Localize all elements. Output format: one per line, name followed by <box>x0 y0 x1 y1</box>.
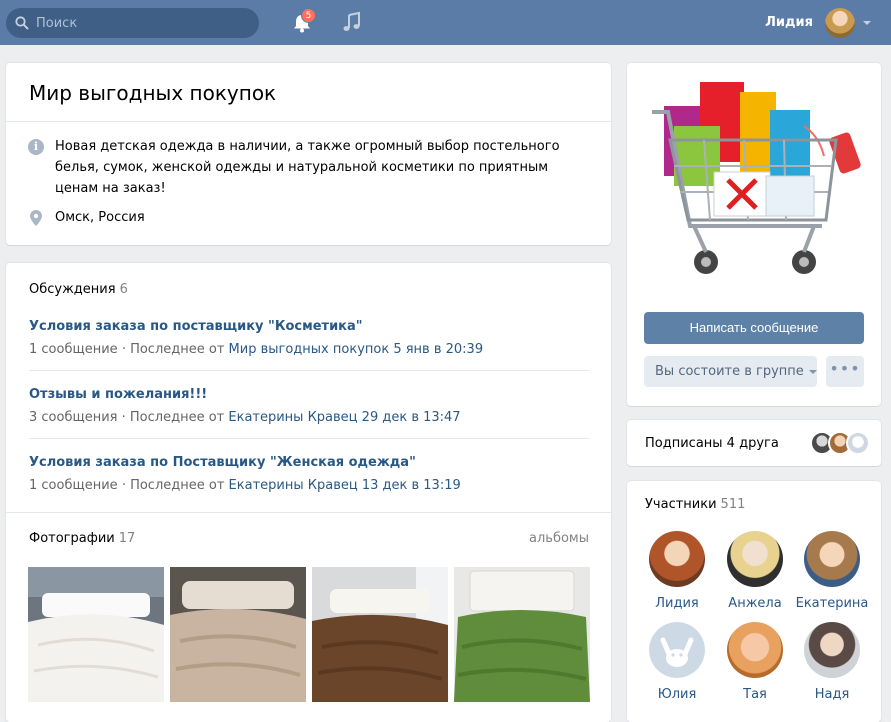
topic-last-prefix: Последнее от <box>129 410 225 425</box>
photos-count: 17 <box>118 531 136 546</box>
discussion-topic: Отзывы и пожелания!!! 3 сообщения · Посл… <box>29 387 589 425</box>
topic-meta: 3 сообщения · Последнее от Екатерины Кра… <box>29 410 589 425</box>
member-item[interactable]: Юлия <box>637 622 717 702</box>
photo-brown-bedspread[interactable] <box>312 567 448 702</box>
photo-white-bedspread[interactable] <box>28 567 164 702</box>
topic-date-link[interactable]: 13 дек в 13:19 <box>362 478 461 493</box>
albums-link[interactable]: альбомы <box>529 531 589 546</box>
discussions-card: Обсуждения 6 Условия заказа по поставщику… <box>6 263 611 722</box>
topic-message-count: 1 сообщение <box>29 478 118 493</box>
friends-subscribed-card[interactable]: Подписаны 4 друга <box>627 420 881 466</box>
friend-avatar[interactable] <box>846 431 870 455</box>
members-label: Участники <box>645 497 717 512</box>
members-card: Участники 511 Лидия Анжела Екатерина Юлия… <box>627 481 881 722</box>
divider <box>29 438 589 439</box>
member-item[interactable]: Екатерина <box>792 531 872 611</box>
page-title: Мир выгодных покупок <box>29 81 277 105</box>
chevron-down-icon <box>808 369 817 374</box>
notifications-badge: 5 <box>301 8 316 23</box>
membership-label: Вы состоите в группе <box>655 364 804 379</box>
group-location: Омск, Россия <box>55 210 145 225</box>
topic-author-link[interactable]: Мир выгодных покупок <box>229 342 390 357</box>
topic-author-link[interactable]: Екатерины Кравец <box>229 478 358 493</box>
member-name: Надя <box>814 687 850 702</box>
photos-label: Фотографии <box>29 531 115 546</box>
avatar <box>804 622 860 678</box>
topic-message-count: 3 сообщения <box>29 410 118 425</box>
group-cover-card: Написать сообщение Вы состоите в группе … <box>627 63 881 406</box>
header-user-name[interactable]: Лидия <box>765 15 813 30</box>
topic-title-link[interactable]: Условия заказа по поставщику "Косметика" <box>29 319 589 334</box>
topic-meta: 1 сообщение · Последнее от Мир выгодных … <box>29 342 589 357</box>
divider <box>6 512 611 513</box>
group-description: Новая детская одежда в наличии, а также … <box>55 139 560 196</box>
member-item[interactable]: Лидия <box>637 531 717 611</box>
discussion-topic: Условия заказа по Поставщику "Женская од… <box>29 455 589 493</box>
photos-header[interactable]: Фотографии 17 <box>29 531 135 546</box>
divider <box>29 370 589 371</box>
avatar <box>804 531 860 587</box>
more-actions-button[interactable]: ••• <box>826 356 864 387</box>
search-input[interactable] <box>36 8 251 38</box>
location-pin-icon <box>30 210 42 226</box>
dot-separator: · <box>121 410 130 425</box>
dot-separator: · <box>121 478 131 493</box>
shopping-cart-cover-image <box>644 76 864 302</box>
members-count: 511 <box>720 497 746 512</box>
member-item[interactable]: Тая <box>715 622 795 702</box>
group-info-card: Мир выгодных покупок i Новая детская оде… <box>6 63 611 245</box>
discussions-label: Обсуждения <box>29 282 116 297</box>
chevron-down-icon[interactable] <box>863 21 871 25</box>
topic-meta: 1 сообщение · Последнее от Екатерины Кра… <box>29 478 589 493</box>
discussions-count: 6 <box>119 282 128 297</box>
membership-dropdown-button[interactable]: Вы состоите в группе <box>644 356 817 387</box>
avatar <box>727 531 783 587</box>
topic-date-link[interactable]: 29 дек в 13:47 <box>362 410 461 425</box>
send-message-button[interactable]: Написать сообщение <box>644 312 864 344</box>
header-avatar[interactable] <box>825 8 855 38</box>
music-note-icon[interactable] <box>342 11 362 33</box>
member-name: Тая <box>743 687 767 702</box>
photo-green-bedspread[interactable] <box>454 567 590 702</box>
member-name: Екатерина <box>795 596 869 611</box>
discussion-topic: Условия заказа по поставщику "Косметика"… <box>29 319 589 357</box>
search-icon <box>15 16 29 30</box>
divider <box>6 121 611 122</box>
member-name: Лидия <box>655 596 699 611</box>
default-avatar-dog-icon <box>649 622 705 678</box>
topic-title-link[interactable]: Условия заказа по Поставщику "Женская од… <box>29 455 589 470</box>
members-header[interactable]: Участники 511 <box>645 497 745 512</box>
topic-title-link[interactable]: Отзывы и пожелания!!! <box>29 387 589 402</box>
avatar <box>649 531 705 587</box>
dot-separator: · <box>121 342 131 357</box>
topic-last-prefix: Последнее от <box>130 342 225 357</box>
topic-message-count: 1 сообщение <box>29 342 118 357</box>
member-name: Юлия <box>657 687 697 702</box>
member-item[interactable]: Анжела <box>715 531 795 611</box>
avatar <box>727 622 783 678</box>
top-bar: 5 Лидия <box>0 0 891 45</box>
search-box[interactable] <box>6 8 259 38</box>
topic-last-prefix: Последнее от <box>130 478 225 493</box>
friends-subscribed-label: Подписаны 4 друга <box>645 436 779 451</box>
topic-date-link[interactable]: 5 янв в 20:39 <box>393 342 483 357</box>
info-icon: i <box>28 139 44 155</box>
discussions-header[interactable]: Обсуждения 6 <box>29 282 128 297</box>
member-item[interactable]: Надя <box>792 622 872 702</box>
member-name: Анжела <box>728 596 782 611</box>
photo-beige-bedspread[interactable] <box>170 567 306 702</box>
topic-author-link[interactable]: Екатерины Кравец <box>228 410 357 425</box>
